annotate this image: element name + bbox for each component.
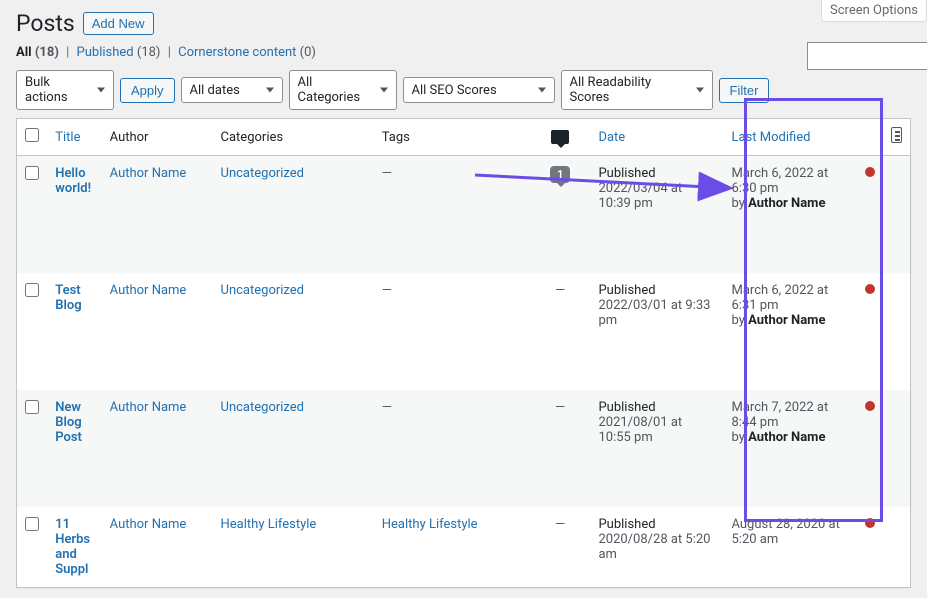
post-title-link[interactable]: 11 Herbs and Suppl [55,517,90,577]
comments-icon [551,130,569,144]
author-link[interactable]: Author Name [110,166,187,181]
posts-table: Title Author Categories Tags Date Last M… [17,119,910,587]
col-title[interactable]: Title [55,130,80,145]
row-checkbox[interactable] [25,166,39,180]
tags-cell: — [374,273,530,390]
status-dot-icon [865,284,875,294]
post-title-link[interactable]: Test Blog [55,283,81,313]
row-checkbox[interactable] [25,283,39,297]
author-link[interactable]: Author Name [110,400,187,415]
add-new-button[interactable]: Add New [83,12,154,35]
table-row: 11 Herbs and Suppl Author Name Healthy L… [17,507,910,587]
date-cell: Published2020/08/28 at 5:20 am [590,507,723,587]
search-input[interactable] [807,42,927,70]
col-last-modified[interactable]: Last Modified [731,130,810,145]
author-link[interactable]: Author Name [110,283,187,298]
col-categories: Categories [213,119,374,156]
tag-link[interactable]: Healthy Lifestyle [382,517,478,532]
row-checkbox[interactable] [25,400,39,414]
lastmod-cell: March 6, 2022 at 6:31 pmby Author Name [723,273,856,390]
filter-all[interactable]: All (18) [16,45,59,60]
date-cell: Published2022/03/04 at 10:39 pm [590,156,723,273]
readability-select[interactable]: All Readability Scores [561,70,713,110]
date-cell: Published2022/03/01 at 9:33 pm [590,273,723,390]
comment-cell: — [530,390,590,507]
filter-button[interactable]: Filter [719,78,770,103]
row-checkbox[interactable] [25,517,39,531]
screen-options-button[interactable]: Screen Options [821,0,927,22]
col-date[interactable]: Date [598,130,625,145]
tags-cell: — [374,156,530,273]
category-link[interactable]: Uncategorized [221,166,304,181]
table-row: New Blog Post Author Name Uncategorized … [17,390,910,507]
post-title-link[interactable]: Hello world! [55,166,91,196]
lastmod-cell: March 6, 2022 at 6:30 pmby Author Name [723,156,856,273]
filter-cornerstone[interactable]: Cornerstone content [178,45,296,60]
comment-count[interactable]: 1 [550,166,570,183]
categories-select[interactable]: All Categories [289,70,397,110]
status-dot-icon [865,167,875,177]
seo-select[interactable]: All SEO Scores [403,77,555,103]
author-link[interactable]: Author Name [110,517,187,532]
status-dot-icon [865,518,875,528]
category-link[interactable]: Uncategorized [221,400,304,415]
date-cell: Published2021/08/01 at 10:55 pm [590,390,723,507]
view-filter-bar: All (18) | Published (18) | Cornerstone … [16,45,911,60]
bulk-actions-select[interactable]: Bulk actions [16,70,114,110]
category-link[interactable]: Healthy Lifestyle [221,517,317,532]
page-title: Posts [16,10,75,37]
category-link[interactable]: Uncategorized [221,283,304,298]
col-author: Author [102,119,213,156]
table-row: Test Blog Author Name Uncategorized — — … [17,273,910,390]
comment-cell: — [530,273,590,390]
filter-published[interactable]: Published (18) [77,45,161,60]
dates-select[interactable]: All dates [181,77,283,103]
apply-button[interactable]: Apply [120,78,175,103]
select-all-checkbox[interactable] [25,128,39,142]
lastmod-cell: August 28, 2020 at 5:20 am [723,507,856,587]
tags-cell: — [374,390,530,507]
comment-cell: — [530,507,590,587]
lastmod-cell: March 7, 2022 at 8:44 pmby Author Name [723,390,856,507]
post-title-link[interactable]: New Blog Post [55,400,82,445]
column-options-icon[interactable] [891,127,902,143]
status-dot-icon [865,401,875,411]
col-tags: Tags [374,119,530,156]
table-row: Hello world! Author Name Uncategorized —… [17,156,910,273]
